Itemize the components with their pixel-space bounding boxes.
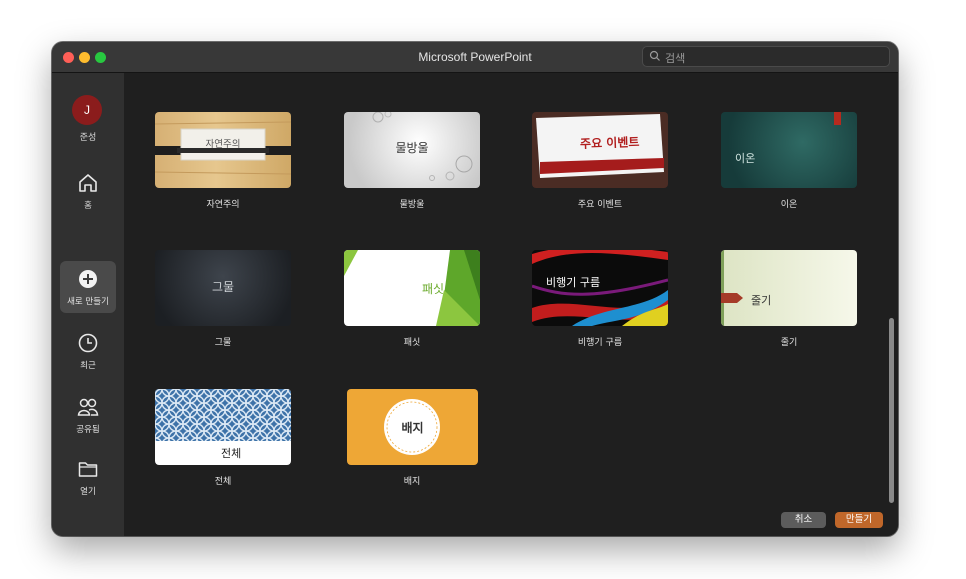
sidebar-item-label: 홈 xyxy=(84,201,92,211)
sidebar-item-shared[interactable]: 공유됨 xyxy=(60,389,116,441)
people-icon xyxy=(77,398,99,416)
template-label: 이온 xyxy=(780,200,798,210)
plus-circle-icon xyxy=(79,270,97,288)
template-thumbnail-total[interactable]: 전체 xyxy=(155,389,291,465)
sidebar-item-home[interactable]: 홈 xyxy=(60,165,116,217)
arrow-icon xyxy=(721,293,743,303)
sidebar-item-open[interactable]: 열기 xyxy=(60,451,116,503)
cancel-button[interactable]: 취소 xyxy=(781,512,826,528)
sidebar: J 준성 홈 새로 만들기 최근 공유됨 열기 xyxy=(52,73,124,536)
sidebar-item-recent[interactable]: 최근 xyxy=(60,325,116,377)
home-icon xyxy=(79,174,97,192)
template-thumbnail-ion[interactable]: 이온 xyxy=(721,112,857,188)
ion-accent-tab xyxy=(834,112,841,125)
sidebar-item-label: 열기 xyxy=(80,487,96,497)
wood-texture-graphic xyxy=(155,121,291,175)
facet-graphic xyxy=(344,250,480,326)
template-label: 패싯 xyxy=(403,338,421,348)
sidebar-item-new[interactable]: 새로 만들기 xyxy=(60,261,116,313)
template-label: 주요 이벤트 xyxy=(577,200,623,210)
template-label: 줄기 xyxy=(780,338,798,348)
template-thumb-title: 주요 이벤트 xyxy=(579,134,640,152)
template-thumb-title: 자연주의 xyxy=(205,139,241,150)
template-thumb-title: 물방울 xyxy=(395,141,429,155)
template-thumbnail-vine[interactable]: 줄기 xyxy=(721,250,857,326)
search-icon xyxy=(649,50,660,61)
title-bar: Microsoft PowerPoint 검색 xyxy=(52,42,898,73)
template-gallery: 자연주의 자연주의 물방울 물방울 주요 이벤트 주요 이벤트 이온 이온 그물… xyxy=(124,73,898,536)
scrollbar-thumb[interactable] xyxy=(889,318,894,503)
folder-icon xyxy=(78,462,98,477)
pattern-graphic xyxy=(155,389,291,441)
template-thumb-title: 전체 xyxy=(221,447,242,460)
template-thumb-title: 이온 xyxy=(735,152,756,165)
template-label: 그물 xyxy=(214,338,232,348)
template-thumbnail-droplet[interactable]: 물방울 xyxy=(344,112,480,188)
template-thumb-title: 배지 xyxy=(401,421,424,435)
template-thumbnail-badge[interactable]: 배지 xyxy=(347,389,478,465)
template-label: 비행기 구름 xyxy=(577,338,623,348)
sidebar-item-label: 최근 xyxy=(80,361,96,371)
template-thumb-title: 줄기 xyxy=(751,294,772,307)
sidebar-item-label: 새로 만들기 xyxy=(67,297,109,307)
template-thumbnail-facet[interactable]: 패싯 xyxy=(344,250,480,326)
template-label: 배지 xyxy=(403,477,421,487)
template-label: 물방울 xyxy=(399,200,425,210)
template-thumbnail-naturalism[interactable]: 자연주의 xyxy=(155,112,291,188)
template-thumbnail-mesh[interactable]: 그물 xyxy=(155,250,291,326)
template-thumbnail-main-event[interactable]: 주요 이벤트 xyxy=(532,112,668,188)
avatar[interactable]: J xyxy=(72,95,102,125)
create-button[interactable]: 만들기 xyxy=(835,512,883,528)
vine-stripe xyxy=(721,250,724,326)
template-thumbnail-vapor-trail[interactable]: 비행기 구름 xyxy=(532,250,668,326)
sidebar-item-label: 공유됨 xyxy=(76,425,100,435)
user-name: 준성 xyxy=(79,133,97,143)
template-label: 전체 xyxy=(214,477,232,487)
search-placeholder: 검색 xyxy=(665,52,686,65)
search-input[interactable]: 검색 xyxy=(642,46,890,67)
template-thumb-title: 패싯 xyxy=(422,282,445,296)
template-thumb-title: 비행기 구름 xyxy=(546,276,601,289)
template-thumb-title: 그물 xyxy=(211,280,235,294)
template-label: 자연주의 xyxy=(206,200,240,210)
clock-icon xyxy=(78,333,98,353)
powerpoint-window: Microsoft PowerPoint 검색 J 준성 홈 새로 만들기 최근… xyxy=(52,42,898,536)
